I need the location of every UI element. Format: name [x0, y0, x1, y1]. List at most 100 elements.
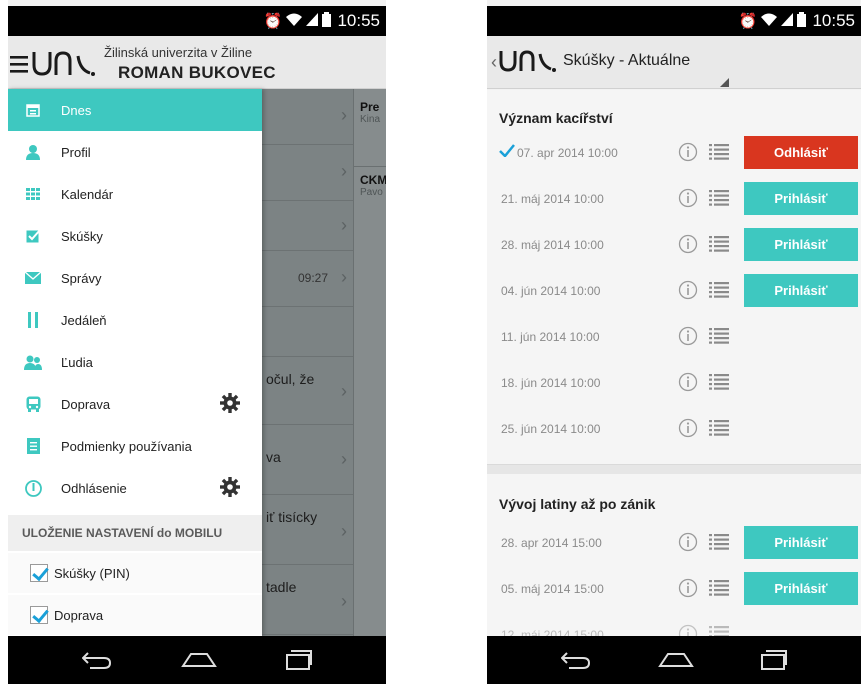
list-icon[interactable] — [709, 144, 729, 165]
list-icon[interactable] — [709, 534, 729, 555]
bg-text: va — [266, 449, 281, 465]
navigation-drawer: Dnes Profil Kalendár Skúšky Správy Jedál… — [8, 89, 262, 636]
uni-logo-menu-icon[interactable] — [10, 48, 102, 83]
exam-date: 21. máj 2014 10:00 — [501, 192, 604, 206]
phone-menu-screen: ⏰ 10:55 Žilinská univerzita v Žiline ROM… — [8, 0, 386, 684]
unregister-button[interactable]: Odhlásiť — [744, 136, 858, 169]
menu-item-label: Dnes — [61, 102, 92, 118]
menu-item-podmienky[interactable]: Podmienky používania — [8, 425, 262, 467]
info-icon[interactable] — [678, 326, 698, 351]
bus-icon — [21, 396, 45, 412]
exam-date: 04. jún 2014 10:00 — [501, 284, 601, 298]
list-icon[interactable] — [709, 236, 729, 257]
phone-exams-screen: ⏰ 10:55 ‹ Skúšky - Aktuálne Význam kacíř… — [487, 0, 861, 684]
menu-item-dnes[interactable]: Dnes — [8, 89, 262, 131]
alarm-icon: ⏰ — [263, 13, 283, 30]
exam-row: 12. máj 2014 15:00 — [487, 614, 861, 636]
bg-list-item: CKM Pavo — [354, 166, 386, 198]
checkbox-skusky-pin[interactable]: Skúšky (PIN) — [8, 553, 262, 593]
menu-item-jedalen[interactable]: Jedáleň — [8, 299, 262, 341]
checkbox-icon — [21, 229, 45, 243]
subject-title: Vývoj latiny až po zánik — [499, 496, 656, 512]
wifi-icon — [761, 13, 778, 30]
exam-date: 28. máj 2014 10:00 — [501, 238, 604, 252]
info-icon[interactable] — [678, 624, 698, 636]
menu-item-skusky[interactable]: Skúšky — [8, 215, 262, 257]
list-icon[interactable] — [709, 374, 729, 395]
register-button[interactable]: Prihlásiť — [744, 228, 858, 261]
info-icon[interactable] — [678, 578, 698, 603]
register-button[interactable]: Prihlásiť — [744, 182, 858, 215]
bg-row: va › — [262, 425, 353, 495]
menu-item-label: Odhlásenie — [61, 480, 127, 496]
recents-icon[interactable] — [761, 650, 788, 670]
info-icon[interactable] — [678, 280, 698, 305]
exam-row: 07. apr 2014 10:00 Odhlásiť — [487, 132, 861, 174]
exam-row: 25. jún 2014 10:00 — [487, 408, 861, 450]
exam-row: 28. apr 2014 15:00 Prihlásiť — [487, 522, 861, 564]
list-icon[interactable] — [709, 580, 729, 601]
back-icon[interactable] — [560, 651, 591, 669]
menu-item-label: Ľudia — [61, 354, 93, 370]
info-icon[interactable] — [678, 532, 698, 557]
exam-row: 11. jún 2014 10:00 — [487, 316, 861, 358]
bg-row — [262, 307, 353, 357]
register-button[interactable]: Prihlásiť — [744, 526, 858, 559]
subject-title: Význam kacířství — [499, 110, 613, 126]
bg-text: tadle — [266, 579, 297, 595]
register-button[interactable]: Prihlásiť — [744, 572, 858, 605]
page-title[interactable]: Skúšky - Aktuálne — [563, 52, 690, 70]
menu-item-doprava[interactable]: Doprava — [8, 383, 262, 425]
list-icon[interactable] — [709, 420, 729, 441]
bg-row: 09:27 › — [262, 251, 353, 307]
checkbox-checked[interactable] — [30, 606, 48, 624]
exam-list: Význam kacířství 07. apr 2014 10:00 Odhl… — [487, 90, 861, 636]
signal-icon — [306, 12, 319, 30]
menu-item-profil[interactable]: Profil — [8, 131, 262, 173]
menu-item-spravy[interactable]: Správy — [8, 257, 262, 299]
battery-icon — [322, 11, 332, 31]
back-icon[interactable] — [82, 651, 112, 669]
status-bar: ⏰ 10:55 — [487, 6, 861, 36]
menu-item-label: Profil — [61, 144, 91, 160]
menu-item-kalendar[interactable]: Kalendár — [8, 173, 262, 215]
checkbox-checked[interactable] — [30, 564, 48, 582]
logout-icon — [21, 479, 45, 497]
info-icon[interactable] — [678, 188, 698, 213]
user-name: ROMAN BUKOVEC — [118, 63, 276, 82]
home-icon[interactable] — [181, 652, 217, 668]
exam-date: 11. jún 2014 10:00 — [501, 330, 600, 344]
menu-item-odhlasenie[interactable]: Odhlásenie — [8, 467, 262, 509]
battery-icon — [797, 11, 807, 31]
list-icon[interactable] — [709, 626, 729, 636]
menu-item-label: Správy — [61, 270, 102, 286]
dropdown-indicator-icon — [720, 78, 729, 87]
info-icon[interactable] — [678, 418, 698, 443]
gear-icon[interactable] — [220, 477, 240, 500]
checkbox-label: Doprava — [54, 607, 104, 623]
back-chevron-icon[interactable]: ‹ — [491, 52, 497, 73]
exam-date: 18. jún 2014 10:00 — [501, 376, 601, 390]
menu-item-ludia[interactable]: Ľudia — [8, 341, 262, 383]
menu-item-label: Doprava — [61, 396, 111, 412]
register-button[interactable]: Prihlásiť — [744, 274, 858, 307]
list-icon[interactable] — [709, 282, 729, 303]
info-icon[interactable] — [678, 372, 698, 397]
gear-icon[interactable] — [220, 393, 240, 416]
list-icon[interactable] — [709, 190, 729, 211]
uni-logo-icon[interactable] — [499, 48, 559, 79]
settings-section-header: ULOŽENIE NASTAVENÍ do MOBILU — [8, 515, 262, 551]
bg-list-item: Pre Kina — [360, 100, 381, 125]
wifi-icon — [286, 13, 303, 30]
app-bar: ‹ Skúšky - Aktuálne — [487, 36, 861, 89]
list-icon[interactable] — [709, 328, 729, 349]
info-icon[interactable] — [678, 142, 698, 167]
checkbox-doprava[interactable]: Doprava — [8, 595, 262, 635]
exam-date: 25. jún 2014 10:00 — [501, 422, 601, 436]
bg-row: tadle › — [262, 565, 353, 635]
calendar-day-icon — [21, 103, 45, 117]
home-icon[interactable] — [658, 652, 694, 668]
recents-icon[interactable] — [285, 650, 312, 670]
info-icon[interactable] — [678, 234, 698, 259]
people-icon — [21, 355, 45, 370]
